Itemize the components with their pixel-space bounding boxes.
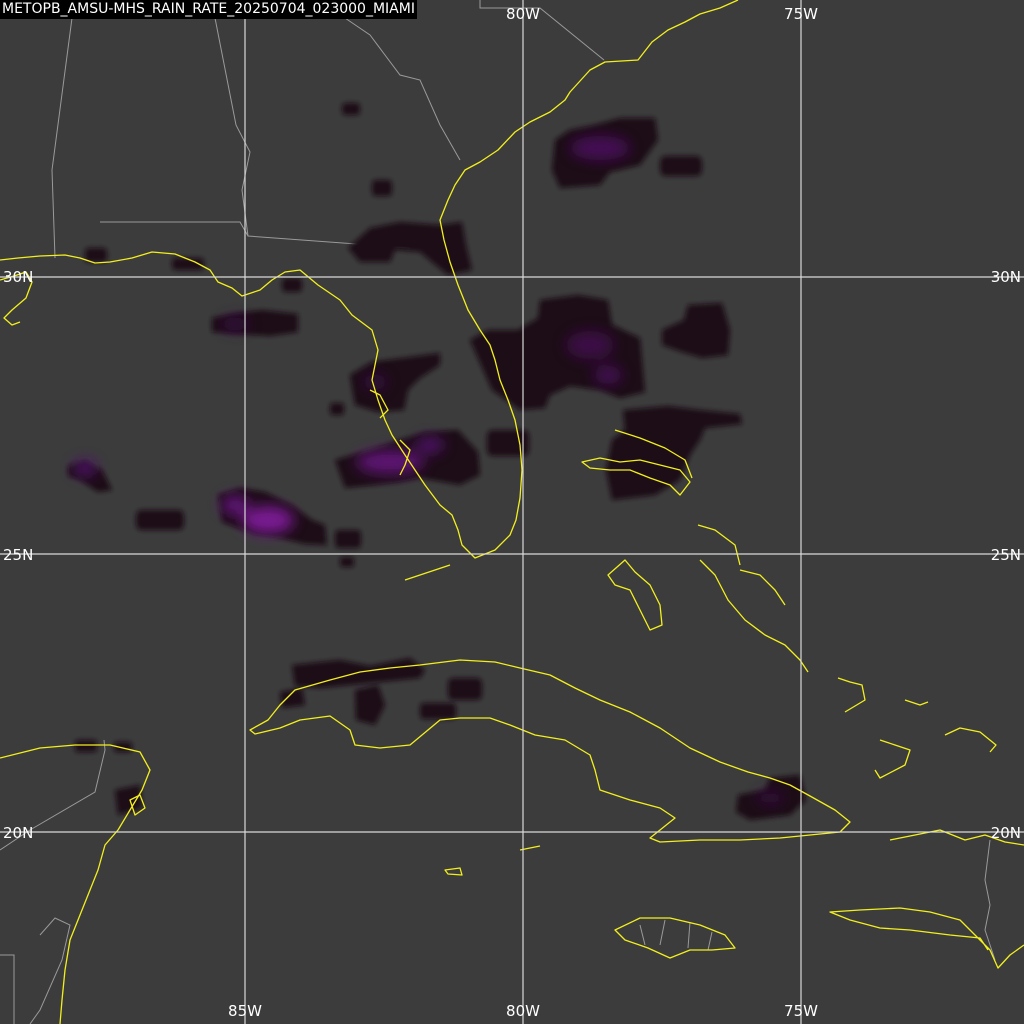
border-florida-panhandle [100, 221, 249, 237]
rain-cell [330, 403, 344, 415]
rain-cell [75, 740, 97, 752]
product-title: METOPB_AMSU-MHS_RAIN_RATE_20250704_02300… [0, 0, 417, 19]
coast-bahamas-eleuthera [697, 524, 809, 673]
lat-label-left-30n: 30N [3, 268, 33, 286]
lat-label-left-20n: 20N [3, 824, 33, 842]
border-alabama-georgia [214, 17, 411, 249]
coast-bahamas-andros [607, 559, 663, 631]
coast-keys [404, 564, 451, 581]
rain-cell [470, 295, 645, 410]
rain-cell [136, 510, 184, 530]
rain-cell [448, 678, 482, 700]
rain-cell [372, 180, 392, 196]
rain-cell [420, 703, 456, 719]
map-canvas: 80W 75W 85W 80W 75W 30N 25N 20N 30N 25N … [0, 0, 1024, 1024]
rain-cell [335, 530, 361, 548]
lon-label-bottom-80w: 80W [506, 1002, 540, 1020]
lon-label-top-80w: 80W [506, 5, 540, 23]
rain-cell [85, 248, 107, 262]
coast-jamaica [614, 917, 736, 959]
rain-rate-map: 80W 75W 85W 80W 75W 30N 25N 20N 30N 25N … [0, 0, 1024, 1024]
rain-core [570, 136, 630, 160]
lon-label-bottom-85w: 85W [228, 1002, 262, 1020]
border-alabama-mississippi [51, 17, 73, 259]
coast-bahamas-exuma [739, 569, 786, 606]
lat-label-left-25n: 25N [3, 546, 33, 564]
coast-yucatan [0, 744, 151, 1024]
border-georgia-sc [344, 17, 461, 161]
rain-core [416, 437, 444, 453]
lat-label-right-25n: 25N [991, 546, 1021, 564]
rain-rate-overlay [68, 103, 806, 820]
rain-core [73, 460, 97, 476]
rain-cell [340, 557, 354, 567]
rain-core [242, 506, 294, 534]
lon-label-bottom-75w: 75W [784, 1002, 818, 1020]
rain-cell [662, 303, 730, 358]
rain-core [566, 331, 614, 359]
lon-label-top-75w: 75W [784, 5, 818, 23]
rain-core [356, 450, 424, 474]
border-nc-sc [479, 0, 605, 61]
lat-label-right-30n: 30N [991, 268, 1021, 286]
rain-cell [342, 103, 360, 115]
rain-cell [355, 685, 385, 725]
coast-bahamas-southern [837, 677, 929, 779]
coast-isle-of-youth [444, 867, 463, 876]
lat-label-right-20n: 20N [991, 824, 1021, 842]
rain-cell [282, 278, 302, 292]
coast-turks-caicos [944, 727, 997, 753]
coast-hispaniola [829, 829, 1024, 969]
rain-cell [280, 688, 305, 708]
rain-cell [348, 222, 472, 275]
border-belize-guatemala [0, 917, 71, 1024]
border-jamaica-parishes [639, 919, 713, 951]
rain-core [363, 374, 387, 390]
rain-core [756, 792, 784, 804]
rain-core [594, 366, 622, 384]
border-haiti-dr [984, 839, 996, 961]
rain-cell [660, 156, 702, 176]
rain-cell [115, 785, 142, 815]
